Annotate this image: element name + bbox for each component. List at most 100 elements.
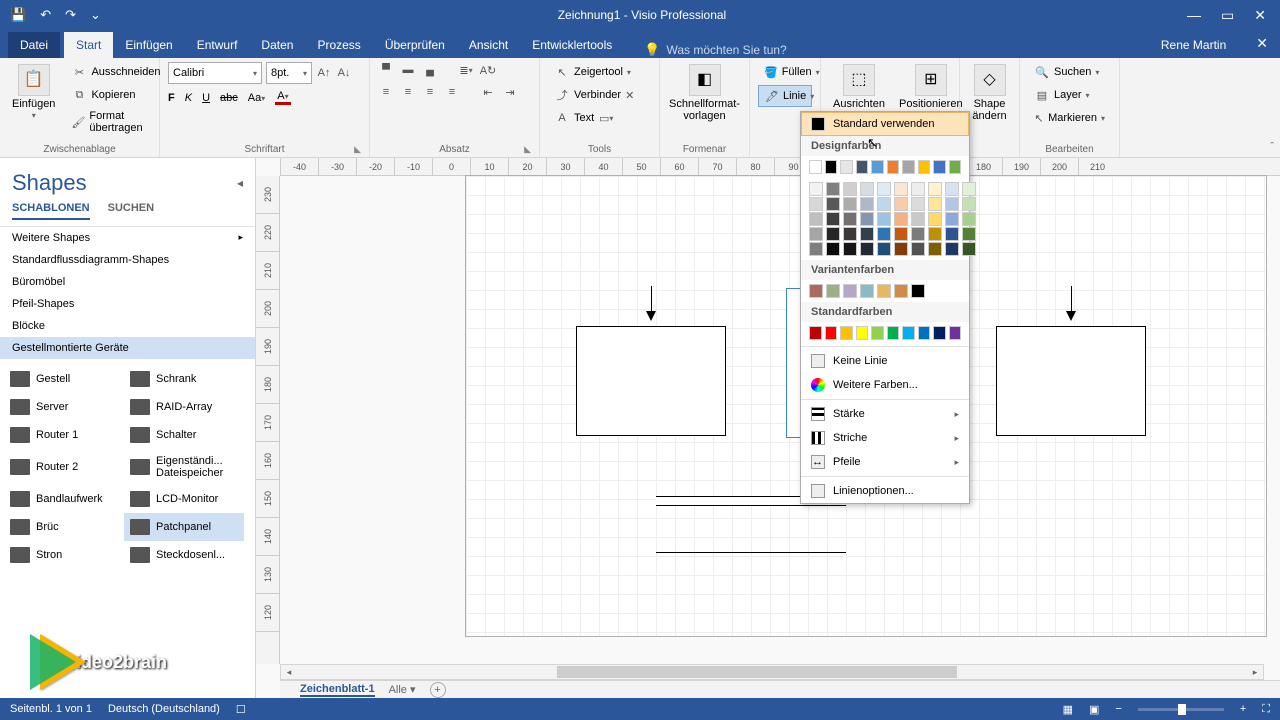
- color-swatch[interactable]: [809, 284, 823, 298]
- shape-item[interactable]: Eigenständi... Dateispeicher: [124, 449, 244, 485]
- color-swatch[interactable]: [825, 160, 838, 174]
- increase-indent-icon[interactable]: ⇥: [502, 84, 518, 100]
- zoom-slider[interactable]: [1138, 708, 1224, 711]
- color-swatch[interactable]: [962, 242, 976, 256]
- color-swatch[interactable]: [871, 326, 884, 340]
- shape-item[interactable]: Patchpanel: [124, 513, 244, 541]
- color-swatch[interactable]: [826, 182, 840, 196]
- color-swatch[interactable]: [860, 197, 874, 211]
- color-swatch[interactable]: [809, 160, 822, 174]
- fill-button[interactable]: 🪣Füllen▾: [758, 62, 812, 82]
- quick-styles-button[interactable]: ◧ Schnellformat- vorlagen: [668, 62, 741, 124]
- color-swatch[interactable]: [894, 197, 908, 211]
- zoom-out-icon[interactable]: −: [1115, 703, 1121, 715]
- color-swatch[interactable]: [809, 242, 823, 256]
- color-swatch[interactable]: [860, 284, 874, 298]
- tab-data[interactable]: Daten: [249, 32, 305, 58]
- position-button[interactable]: ⊞Positionieren: [895, 62, 967, 112]
- tab-insert[interactable]: Einfügen: [113, 32, 184, 58]
- bold-button[interactable]: F: [168, 92, 175, 104]
- paragraph-dialog-launcher[interactable]: ◣: [524, 144, 531, 155]
- color-swatch[interactable]: [945, 197, 959, 211]
- color-swatch[interactable]: [887, 326, 900, 340]
- color-swatch[interactable]: [860, 242, 874, 256]
- stencil-item-active[interactable]: Gestellmontierte Geräte: [0, 337, 255, 359]
- color-swatch[interactable]: [949, 160, 962, 174]
- decrease-indent-icon[interactable]: ⇤: [480, 84, 496, 100]
- stencil-item[interactable]: Blöcke: [0, 315, 255, 337]
- cut-button[interactable]: ✂Ausschneiden: [65, 62, 166, 82]
- color-swatch[interactable]: [825, 326, 838, 340]
- color-swatch[interactable]: [856, 160, 869, 174]
- color-swatch[interactable]: [877, 227, 891, 241]
- color-swatch[interactable]: [809, 326, 822, 340]
- color-swatch[interactable]: [840, 326, 853, 340]
- dashes-item[interactable]: Striche▸: [801, 426, 969, 450]
- color-swatch[interactable]: [894, 182, 908, 196]
- color-swatch[interactable]: [911, 212, 925, 226]
- color-swatch[interactable]: [933, 160, 946, 174]
- color-swatch[interactable]: [877, 197, 891, 211]
- collapse-ribbon-icon[interactable]: ˆ: [1270, 141, 1274, 153]
- color-swatch[interactable]: [871, 160, 884, 174]
- presentation-mode-icon[interactable]: ▣: [1089, 703, 1099, 716]
- grow-font-icon[interactable]: A↑: [316, 65, 332, 81]
- page-filter[interactable]: Alle ▾: [389, 683, 416, 696]
- color-swatch[interactable]: [809, 182, 823, 196]
- color-swatch[interactable]: [840, 160, 853, 174]
- font-size-combo[interactable]: 8pt.▾: [266, 62, 312, 84]
- select-button[interactable]: ↖Markieren▾: [1028, 108, 1111, 128]
- zoom-in-icon[interactable]: +: [1240, 703, 1246, 715]
- collapse-shapes-icon[interactable]: ◂: [237, 176, 243, 190]
- tab-view[interactable]: Ansicht: [457, 32, 520, 58]
- bullets-icon[interactable]: ≣▾: [458, 62, 474, 78]
- window-minimize[interactable]: —: [1187, 7, 1201, 24]
- color-swatch[interactable]: [826, 284, 840, 298]
- shape-item[interactable]: Brüc: [4, 513, 124, 541]
- tab-review[interactable]: Überprüfen: [373, 32, 457, 58]
- color-swatch[interactable]: [928, 212, 942, 226]
- color-swatch[interactable]: [843, 227, 857, 241]
- tab-design[interactable]: Entwurf: [185, 32, 250, 58]
- add-page-button[interactable]: +: [430, 682, 446, 698]
- color-swatch[interactable]: [860, 227, 874, 241]
- diagram-shape[interactable]: [996, 326, 1146, 436]
- text-direction-icon[interactable]: A↻: [480, 62, 496, 78]
- search-tab[interactable]: SUCHEN: [108, 202, 154, 220]
- italic-button[interactable]: K: [185, 92, 192, 104]
- strike-button[interactable]: abc: [220, 92, 238, 104]
- color-swatch[interactable]: [894, 284, 908, 298]
- color-swatch[interactable]: [877, 182, 891, 196]
- scroll-right-icon[interactable]: ▸: [1247, 667, 1263, 678]
- line-options-item[interactable]: Linienoptionen...: [801, 479, 969, 503]
- shape-item[interactable]: Router 2: [4, 449, 124, 485]
- justify-icon[interactable]: ≡: [444, 84, 460, 100]
- shape-item[interactable]: Server: [4, 393, 124, 421]
- page-tab[interactable]: Zeichenblatt-1: [300, 683, 375, 697]
- rectangle-icon[interactable]: ▭▾: [598, 110, 614, 126]
- shape-item[interactable]: Bandlaufwerk: [4, 485, 124, 513]
- qat-save[interactable]: 💾: [10, 7, 26, 23]
- align-middle-icon[interactable]: ▬: [400, 62, 416, 78]
- close-document[interactable]: ✕: [1256, 35, 1280, 58]
- color-swatch[interactable]: [894, 242, 908, 256]
- tab-file[interactable]: Datei: [8, 32, 60, 58]
- color-swatch[interactable]: [826, 227, 840, 241]
- shape-item[interactable]: Router 1: [4, 421, 124, 449]
- copy-button[interactable]: ⧉Kopieren: [65, 85, 166, 105]
- tab-process[interactable]: Prozess: [305, 32, 372, 58]
- color-swatch[interactable]: [928, 242, 942, 256]
- color-swatch[interactable]: [860, 182, 874, 196]
- user-name[interactable]: Rene Martin: [1161, 38, 1256, 58]
- color-swatch[interactable]: [962, 182, 976, 196]
- find-button[interactable]: 🔍Suchen▾: [1028, 62, 1111, 82]
- color-swatch[interactable]: [894, 227, 908, 241]
- macro-record-icon[interactable]: ☐: [236, 703, 246, 716]
- color-swatch[interactable]: [809, 212, 823, 226]
- paste-button[interactable]: 📋 Einfügen ▾: [8, 62, 59, 123]
- color-swatch[interactable]: [809, 227, 823, 241]
- font-dialog-launcher[interactable]: ◣: [354, 144, 361, 155]
- no-line-item[interactable]: Keine Linie: [801, 349, 969, 373]
- fit-page-icon[interactable]: ⛶: [1262, 703, 1270, 716]
- horizontal-scrollbar[interactable]: ◂ ▸: [280, 664, 1264, 680]
